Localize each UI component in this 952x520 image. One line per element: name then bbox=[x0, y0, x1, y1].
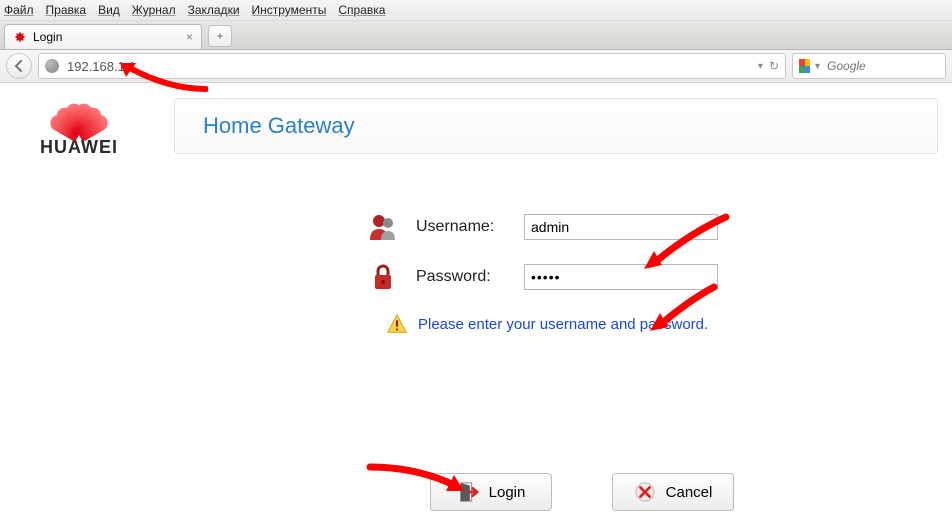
reload-icon[interactable]: ↻ bbox=[769, 59, 779, 73]
browser-tab[interactable]: Login × bbox=[4, 24, 202, 49]
huawei-favicon-icon bbox=[13, 30, 27, 44]
tab-title: Login bbox=[33, 30, 62, 44]
menu-file[interactable]: Файл bbox=[4, 3, 34, 17]
menu-bookmarks[interactable]: Закладки bbox=[188, 3, 240, 17]
login-message: Please enter your username and password. bbox=[418, 316, 708, 333]
password-input[interactable] bbox=[524, 264, 718, 290]
huawei-logo-icon bbox=[14, 93, 144, 135]
login-door-icon bbox=[457, 481, 479, 503]
menu-help[interactable]: Справка bbox=[338, 3, 385, 17]
tab-close-icon[interactable]: × bbox=[186, 30, 193, 44]
search-box[interactable]: ▾ bbox=[792, 53, 946, 79]
menu-view[interactable]: Вид bbox=[98, 3, 120, 17]
warning-icon bbox=[386, 313, 408, 335]
cancel-button-label: Cancel bbox=[666, 484, 713, 501]
google-icon bbox=[799, 59, 810, 73]
login-button[interactable]: Login bbox=[430, 473, 552, 511]
cancel-icon bbox=[634, 481, 656, 503]
brand-name: HUAWEI bbox=[14, 137, 144, 158]
username-row: Username: bbox=[368, 213, 928, 241]
address-bar[interactable]: ▾ ↻ bbox=[38, 53, 786, 79]
login-button-label: Login bbox=[489, 484, 526, 501]
user-icon bbox=[368, 213, 398, 241]
globe-icon bbox=[45, 59, 59, 73]
button-row: Login Cancel bbox=[430, 473, 734, 511]
password-label: Password: bbox=[416, 268, 506, 286]
brand-logo: HUAWEI bbox=[14, 93, 144, 158]
back-button[interactable] bbox=[6, 53, 32, 79]
new-tab-button[interactable]: + bbox=[208, 25, 232, 47]
search-engine-dropdown-icon[interactable]: ▾ bbox=[815, 61, 820, 72]
cancel-button[interactable]: Cancel bbox=[612, 473, 734, 511]
search-input[interactable] bbox=[825, 58, 939, 74]
menu-tools[interactable]: Инструменты bbox=[252, 3, 327, 17]
page-content: HUAWEI Home Gateway Username: Password: bbox=[0, 83, 952, 520]
page-title: Home Gateway bbox=[203, 113, 355, 139]
tab-strip: Login × + bbox=[0, 21, 952, 50]
login-form: Username: Password: Please enter your us… bbox=[368, 213, 928, 335]
navigation-bar: ▾ ↻ ▾ bbox=[0, 50, 952, 83]
url-input[interactable] bbox=[65, 58, 752, 75]
menu-edit[interactable]: Правка bbox=[46, 3, 87, 17]
username-label: Username: bbox=[416, 218, 506, 236]
browser-menu-bar: Файл Правка Вид Журнал Закладки Инструме… bbox=[0, 0, 952, 21]
username-input[interactable] bbox=[524, 214, 718, 240]
login-message-row: Please enter your username and password. bbox=[386, 313, 928, 335]
menu-history[interactable]: Журнал bbox=[132, 3, 176, 17]
lock-icon bbox=[368, 263, 398, 291]
address-dropdown-icon[interactable]: ▾ bbox=[758, 61, 763, 72]
password-row: Password: bbox=[368, 263, 928, 291]
back-arrow-icon bbox=[13, 60, 25, 72]
page-header: Home Gateway bbox=[174, 98, 938, 154]
